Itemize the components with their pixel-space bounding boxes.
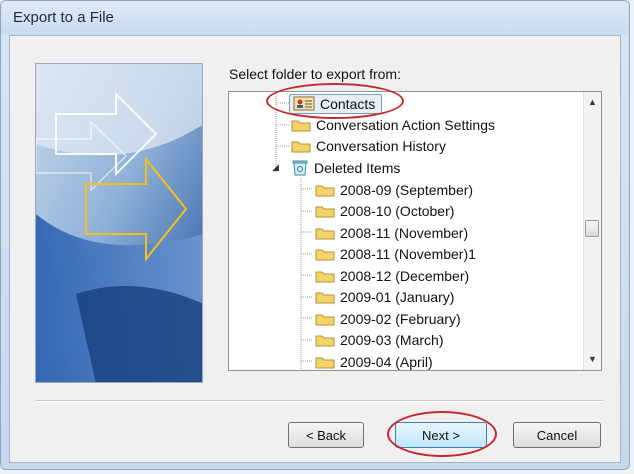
cancel-button[interactable]: Cancel: [513, 422, 601, 448]
dialog-client-area: Select folder to export from: Contacts C…: [9, 35, 621, 463]
next-button[interactable]: Next >: [395, 422, 487, 448]
folder-icon: [315, 183, 335, 197]
folder-icon: [315, 312, 335, 326]
select-folder-prompt: Select folder to export from:: [229, 66, 401, 82]
tree-items: Contacts Conversation Action Settings Co…: [229, 92, 583, 370]
folder-icon: [315, 226, 335, 240]
folder-icon: [291, 139, 311, 153]
tree-item-2009-03[interactable]: 2009-03 (March): [315, 329, 444, 350]
button-divider: [35, 400, 603, 402]
export-dialog-window: Export to a File Select folder to export…: [0, 0, 630, 470]
folder-icon: [291, 118, 311, 132]
tree-item-2008-11[interactable]: 2008-11 (November): [315, 222, 468, 243]
folder-icon: [315, 204, 335, 218]
back-button[interactable]: < Back: [288, 422, 364, 448]
scroll-down-arrow-icon[interactable]: ▼: [584, 351, 601, 368]
tree-item-contacts[interactable]: Contacts: [289, 93, 383, 114]
folder-icon: [315, 333, 335, 347]
wizard-banner-image: [35, 63, 203, 383]
tree-item-label: 2008-12 (December): [340, 267, 470, 284]
tree-item-label: Deleted Items: [314, 159, 401, 176]
folder-icon: [315, 290, 335, 304]
tree-item-label: 2008-10 (October): [340, 202, 455, 219]
collapse-arrow-icon[interactable]: ◢: [272, 162, 279, 173]
tree-item-label: 2008-11 (November): [340, 224, 469, 241]
tree-vertical-scrollbar[interactable]: ▲ ▼: [583, 92, 601, 370]
deleted-items-icon: [291, 160, 309, 176]
window-title: Export to a File: [13, 9, 114, 26]
folder-icon: [315, 247, 335, 261]
folder-icon: [315, 355, 335, 369]
contacts-icon: [293, 96, 315, 111]
tree-item-2008-09[interactable]: 2008-09 (September): [315, 179, 473, 200]
tree-item-2009-04[interactable]: 2009-04 (April): [315, 351, 433, 370]
tree-item-label: Contacts: [320, 95, 376, 112]
folder-icon: [315, 269, 335, 283]
tree-item-label: 2009-01 (January): [340, 288, 455, 305]
scroll-thumb[interactable]: [585, 220, 599, 237]
tree-item-2009-02[interactable]: 2009-02 (February): [315, 308, 461, 329]
tree-item-label: 2008-11 (November)1: [340, 245, 476, 262]
tree-item-2008-12[interactable]: 2008-12 (December): [315, 265, 469, 286]
tree-item-label: 2008-09 (September): [340, 181, 474, 198]
tree-item-conversation-action-settings[interactable]: Conversation Action Settings: [291, 114, 495, 135]
tree-item-2008-11-1[interactable]: 2008-11 (November)1: [315, 243, 476, 264]
tree-item-label: 2009-02 (February): [340, 310, 461, 327]
tree-item-2009-01[interactable]: 2009-01 (January): [315, 286, 454, 307]
scroll-up-arrow-icon[interactable]: ▲: [584, 94, 601, 111]
tree-item-2008-10[interactable]: 2008-10 (October): [315, 200, 454, 221]
tree-item-label: 2009-04 (April): [340, 353, 433, 370]
folder-tree[interactable]: Contacts Conversation Action Settings Co…: [228, 91, 602, 371]
title-bar[interactable]: Export to a File: [1, 1, 629, 35]
tree-item-label: 2009-03 (March): [340, 331, 444, 348]
tree-item-label: Conversation History: [316, 137, 446, 154]
tree-item-label: Conversation Action Settings: [316, 116, 495, 133]
tree-item-conversation-history[interactable]: Conversation History: [291, 135, 446, 156]
tree-item-deleted-items[interactable]: Deleted Items: [291, 157, 400, 178]
